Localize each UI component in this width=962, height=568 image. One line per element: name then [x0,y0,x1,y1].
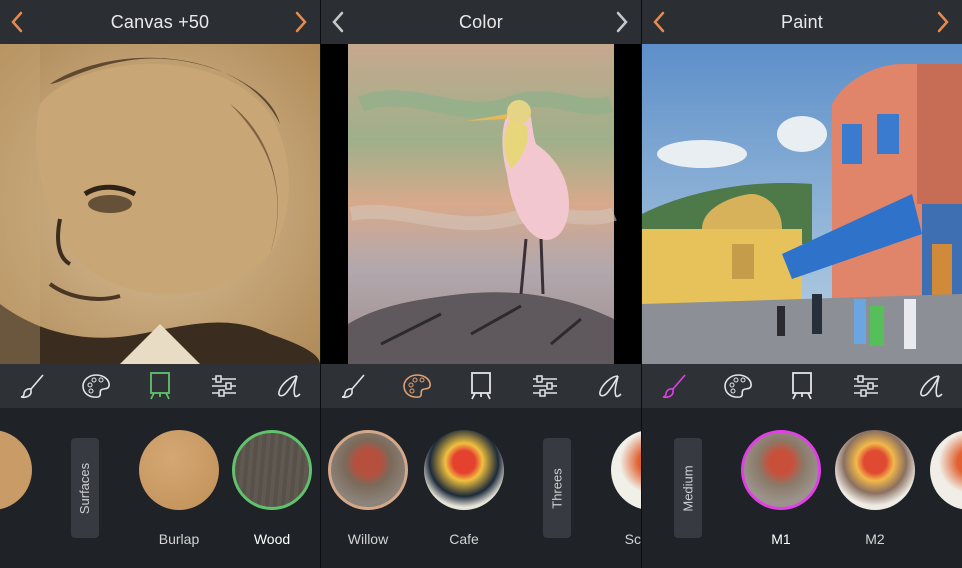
header-bar: Color [321,0,641,44]
script-a-icon[interactable] [592,369,626,403]
category-tab-label: Surfaces [77,462,93,514]
header-bar: Paint [642,0,962,44]
next-chevron-icon[interactable] [290,11,312,33]
tool-bar [0,364,320,408]
cafe-thumb[interactable] [424,430,504,510]
tool-bar [321,364,641,408]
next-style-label: Sc [624,531,641,547]
wood-swatch[interactable] [232,430,312,510]
willow-thumb[interactable] [328,430,408,510]
sliders-icon[interactable] [207,369,241,403]
category-tab-label: Threes [549,467,565,509]
tool-bar [642,364,962,408]
canvas-icon[interactable] [464,369,498,403]
sliders-icon[interactable] [528,369,562,403]
texture-swatch[interactable] [0,430,32,510]
burlap-swatch[interactable] [139,430,219,510]
next-chevron-icon[interactable] [932,11,954,33]
palette-icon[interactable] [721,369,755,403]
panel-color: Color Willow Cafe Threes Sc [321,0,641,568]
burlap-label: Burlap [158,531,200,547]
canvas-icon[interactable] [143,369,177,403]
sliders-icon[interactable] [849,369,883,403]
m1-thumb[interactable] [741,430,821,510]
next-chevron-icon[interactable] [611,11,633,33]
brush-icon[interactable] [657,369,691,403]
category-tab-label: Medium [680,464,696,512]
canvas-icon[interactable] [785,369,819,403]
brush-icon[interactable] [15,369,49,403]
panel-canvas: Canvas +50 Surfaces Burlap Wood [0,0,320,568]
m2-thumb[interactable] [835,430,915,510]
back-chevron-icon[interactable] [648,11,670,33]
brush-icon[interactable] [336,369,370,403]
portrait-photo [0,44,320,364]
wood-label: Wood [253,531,291,547]
page-title: Paint [780,11,824,32]
script-a-icon[interactable] [913,369,947,403]
back-chevron-icon[interactable] [327,11,349,33]
options-tray: Willow Cafe Threes Sc [321,408,641,568]
next-style-thumb[interactable] [611,430,641,510]
back-chevron-icon[interactable] [6,11,28,33]
options-tray: Surfaces Burlap Wood [0,408,320,568]
m1-label: M1 [771,531,791,547]
palette-icon[interactable] [79,369,113,403]
palette-icon[interactable] [400,369,434,403]
bird-photo [321,44,641,364]
street-painting [642,44,962,364]
page-title: Canvas +50 [110,11,210,32]
options-tray: Medium M1 M2 [642,408,962,568]
willow-label: Willow [347,531,389,547]
cafe-label: Cafe [449,531,479,547]
script-a-icon[interactable] [271,369,305,403]
header-bar: Canvas +50 [0,0,320,44]
m3-thumb[interactable] [930,430,962,510]
m2-label: M2 [865,531,885,547]
page-title: Color [458,11,503,32]
panel-paint: Paint Medium M1 M2 [642,0,962,568]
category-tab[interactable]: Threes [543,438,571,538]
category-tab[interactable]: Surfaces [71,438,99,538]
category-tab[interactable]: Medium [674,438,702,538]
